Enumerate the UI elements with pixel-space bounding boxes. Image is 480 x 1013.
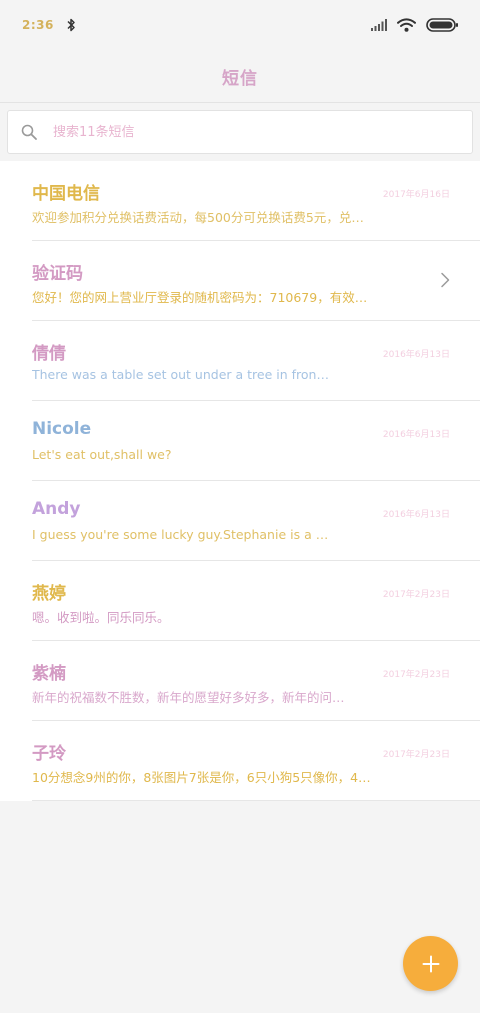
- conversation-list: 中国电信 2017年6月16日欢迎参加积分兑换话费活动，每500分可兑换话费5元，…: [0, 161, 480, 801]
- conversation-row[interactable]: Nicole 2016年6月13日 Let's eat out,shall we?: [32, 401, 480, 481]
- plus-icon: [422, 955, 440, 973]
- signal-icon: [371, 19, 387, 31]
- message-date: 2016年6月13日: [382, 350, 450, 360]
- message-date: 2017年2月23日: [382, 670, 450, 680]
- message-preview: 嗯。收到啦。同乐同乐。: [32, 610, 170, 625]
- wifi-icon: [397, 18, 416, 32]
- contact-name: Nicole: [32, 419, 92, 439]
- message-preview: 新年的祝福数不胜数，新年的愿望好多好多，新年的问…: [32, 690, 345, 705]
- message-date: 2017年6月16日: [382, 190, 450, 200]
- message-date: 2016年6月13日: [382, 430, 450, 440]
- message-preview: Let's eat out,shall we?: [32, 447, 172, 462]
- conversation-row[interactable]: 燕婷 2017年2月23日嗯。收到啦。同乐同乐。: [32, 561, 480, 641]
- chevron-right-icon[interactable]: [440, 272, 450, 288]
- message-date: 2017年2月23日: [382, 750, 450, 760]
- bluetooth-icon: [66, 18, 76, 32]
- status-bar: 2:36: [0, 0, 480, 50]
- header-divider: [0, 102, 480, 103]
- battery-icon: [426, 18, 458, 32]
- message-date: 2016年6月13日: [382, 510, 450, 520]
- conversation-row[interactable]: Andy 2016年6月13日 I guess you're some lucky …: [32, 481, 480, 561]
- page-title: 短信: [222, 68, 258, 89]
- compose-button[interactable]: [403, 936, 458, 991]
- status-time: 2:36: [22, 18, 54, 32]
- conversation-row[interactable]: 紫楠 2017年2月23日新年的祝福数不胜数，新年的愿望好多好多，新年的问…: [32, 641, 480, 721]
- search-input[interactable]: [51, 123, 435, 141]
- message-preview: 10分想念9州的你，8张图片7张是你，6只小狗5只像你，4…: [32, 770, 371, 785]
- search-icon: [21, 124, 37, 140]
- message-date: 2017年2月23日: [382, 590, 450, 600]
- app-header: 短信: [0, 50, 480, 102]
- contact-name: 中国电信: [32, 184, 100, 204]
- contact-name: 燕婷: [32, 584, 66, 604]
- message-preview: 您好！您的网上营业厅登录的随机密码为：710679，有效…: [32, 290, 368, 305]
- contact-name: 验证码: [32, 264, 83, 284]
- conversation-row[interactable]: 验证码您好！您的网上营业厅登录的随机密码为：710679，有效…: [32, 241, 480, 321]
- conversation-row[interactable]: 倩倩 2016年6月13日 There was a table set out un…: [32, 321, 480, 401]
- conversation-row[interactable]: 中国电信 2017年6月16日欢迎参加积分兑换话费活动，每500分可兑换话费5元，…: [32, 161, 480, 241]
- contact-name: 倩倩: [32, 344, 66, 364]
- contact-name: 子玲: [32, 744, 66, 764]
- contact-name: 紫楠: [32, 664, 66, 684]
- message-preview: 欢迎参加积分兑换话费活动，每500分可兑换话费5元，兑…: [32, 210, 364, 225]
- message-preview: I guess you're some lucky guy.Stephanie …: [32, 527, 329, 542]
- search-bar[interactable]: [7, 110, 473, 154]
- message-preview: There was a table set out under a tree i…: [32, 367, 329, 382]
- conversation-row[interactable]: 子玲 2017年2月23日 10分想念9州的你，8张图片7张是你，6只小狗5只像你，…: [32, 721, 480, 801]
- contact-name: Andy: [32, 499, 81, 519]
